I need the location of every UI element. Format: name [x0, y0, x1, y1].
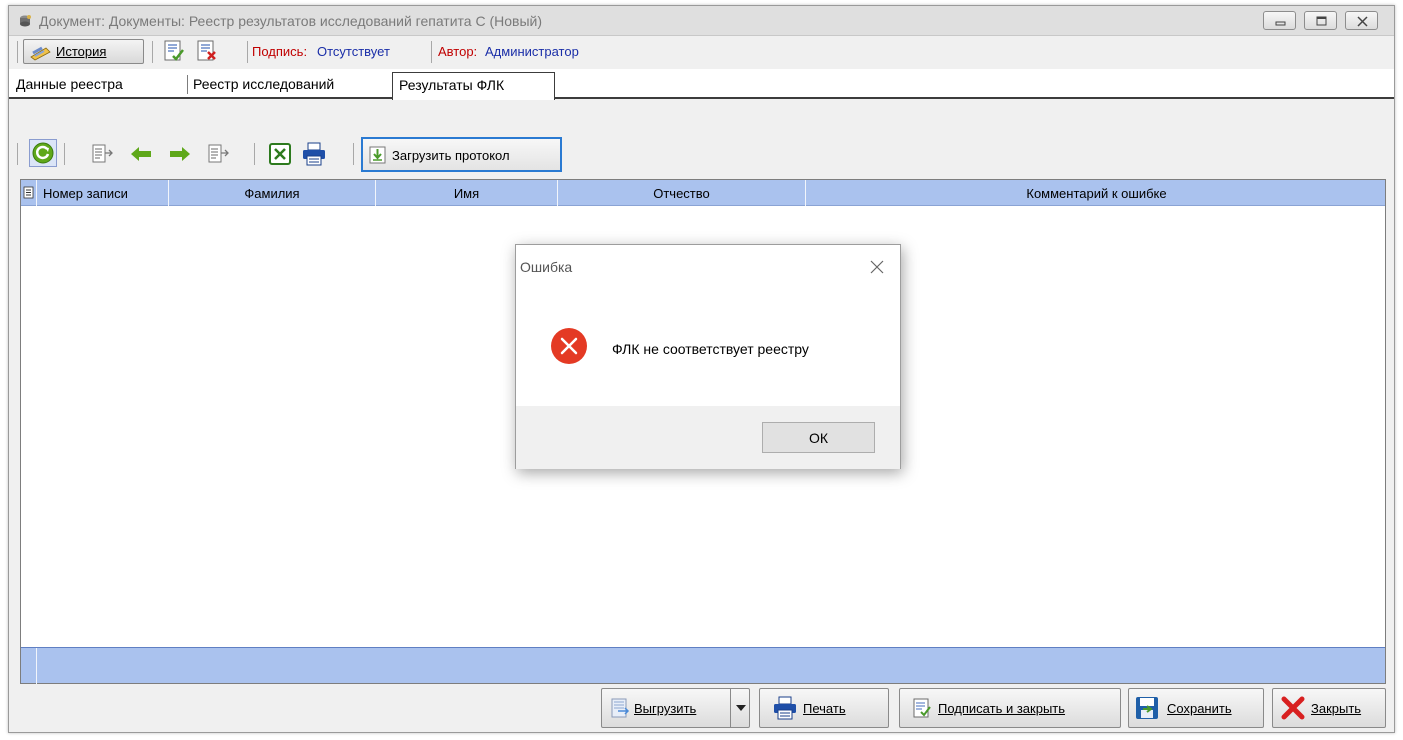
column-header-first-name[interactable]: Имя [376, 180, 558, 206]
toolbar-divider [247, 41, 248, 63]
ok-label: ОК [808, 430, 829, 446]
first-record-button[interactable] [89, 141, 115, 167]
printer-icon [774, 696, 796, 720]
close-icon [1357, 16, 1368, 27]
load-protocol-button[interactable]: Загрузить протокол [361, 137, 562, 172]
history-label: История [56, 44, 107, 59]
arrow-left-icon [131, 147, 151, 161]
tab-divider [187, 75, 188, 94]
toolbar-divider [353, 143, 354, 165]
toolbar-divider [254, 143, 255, 165]
title-bar: Документ: Документы: Реестр результатов … [9, 6, 1394, 36]
column-header-patronymic[interactable]: Отчество [558, 180, 806, 206]
dialog-message: ФЛК не соответствует реестру [612, 341, 809, 357]
document-toolbar: История Подпись: Отсутствует Автор: Адми… [9, 36, 1394, 67]
close-icon[interactable] [868, 258, 886, 276]
printer-icon [303, 142, 325, 166]
column-header-label: Фамилия [244, 186, 300, 201]
close-window-button[interactable] [1345, 11, 1378, 30]
dialog-footer: ОК [516, 406, 900, 469]
close-button[interactable]: Закрыть [1272, 688, 1386, 728]
remove-sign-icon [197, 40, 216, 61]
signature-value: Отсутствует [317, 44, 390, 59]
toolbar-divider [64, 143, 65, 165]
excel-export-button[interactable] [267, 141, 293, 167]
sign-document-icon [913, 698, 931, 718]
last-record-icon [208, 144, 229, 163]
column-chooser-icon [23, 186, 34, 199]
close-label: Закрыть [1311, 701, 1362, 716]
sign-document-icon [164, 40, 184, 61]
print-label: Печать [803, 701, 846, 716]
export-document-icon [611, 698, 630, 718]
close-red-x-icon [1281, 696, 1305, 720]
minimize-button[interactable] [1263, 11, 1296, 30]
toolbar-divider [431, 41, 432, 63]
excel-icon [269, 143, 291, 165]
history-button[interactable]: История [23, 39, 144, 64]
column-header-label: Имя [453, 186, 480, 201]
previous-record-button[interactable] [128, 141, 154, 167]
toolbar-divider [17, 41, 18, 63]
sign-and-close-label: Подписать и закрыть [938, 701, 1066, 716]
export-button[interactable]: Выгрузить [601, 688, 750, 728]
next-record-button[interactable] [167, 141, 193, 167]
last-record-button[interactable] [205, 141, 231, 167]
save-button[interactable]: Сохранить [1128, 688, 1264, 728]
column-header-last-name[interactable]: Фамилия [169, 180, 376, 206]
author-value: Администратор [485, 44, 579, 59]
grid-toolbar: Загрузить протокол [9, 133, 1394, 177]
chevron-down-icon[interactable] [732, 689, 750, 727]
refresh-button[interactable] [29, 139, 57, 167]
refresh-icon [32, 142, 54, 164]
print-grid-button[interactable] [301, 141, 327, 167]
sign-button[interactable] [161, 38, 187, 64]
app-icon [20, 15, 31, 27]
export-label: Выгрузить [634, 701, 697, 716]
error-dialog: Ошибка ФЛК не соответствует реестру ОК [515, 244, 901, 469]
maximize-icon [1316, 16, 1327, 26]
print-button[interactable]: Печать [759, 688, 889, 728]
dialog-title: Ошибка [520, 259, 573, 275]
load-protocol-label: Загрузить протокол [392, 148, 510, 163]
first-record-icon [92, 144, 113, 163]
tab-flk-results[interactable]: Результаты ФЛК [392, 72, 555, 100]
column-header-label: Номер записи [43, 186, 128, 201]
arrow-right-icon [170, 147, 190, 161]
tab-registry-data[interactable]: Данные реестра [16, 76, 123, 92]
toolbar-divider [17, 143, 18, 165]
grid-header: Номер записи Фамилия Имя Отчество Коммен… [21, 180, 1385, 206]
history-icon [30, 46, 51, 61]
export-split-divider [730, 689, 731, 727]
maximize-button[interactable] [1304, 11, 1337, 30]
save-icon [1136, 697, 1158, 719]
column-header-error-comment[interactable]: Комментарий к ошибке [806, 180, 1387, 206]
ok-button[interactable]: ОК [762, 422, 875, 453]
window-title: Документ: Документы: Реестр результатов … [39, 13, 543, 29]
tab-strip: Данные реестра Реестр исследований Резул… [9, 69, 1394, 100]
save-label: Сохранить [1167, 701, 1232, 716]
remove-sign-button[interactable] [194, 38, 220, 64]
grid-footer [21, 647, 1385, 684]
tab-flk-results-label: Результаты ФЛК [399, 77, 505, 93]
signature-label: Подпись: [252, 44, 308, 59]
author-label: Автор: [438, 44, 478, 59]
column-chooser-button[interactable] [21, 180, 37, 206]
sign-and-close-button[interactable]: Подписать и закрыть [899, 688, 1121, 728]
column-header-label: Отчество [653, 186, 710, 201]
tab-studies-registry[interactable]: Реестр исследований [193, 76, 334, 92]
toolbar-divider [152, 41, 153, 63]
error-icon [551, 328, 587, 364]
minimize-icon [1275, 21, 1286, 26]
load-document-icon [369, 146, 386, 164]
column-header-label: Комментарий к ошибке [1026, 186, 1167, 201]
column-header-record-number[interactable]: Номер записи [37, 180, 169, 206]
footer-indicator-cell [21, 648, 37, 684]
